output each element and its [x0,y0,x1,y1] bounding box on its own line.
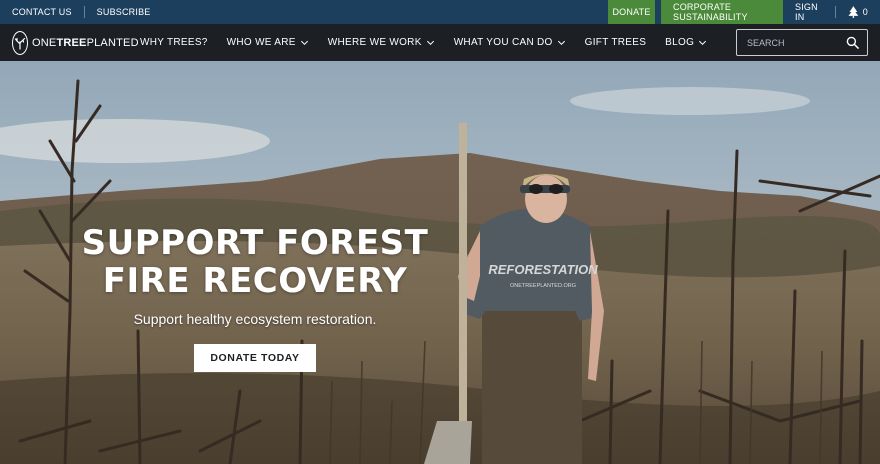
chevron-down-icon [699,40,707,46]
nav-item-label: WHY TREES? [140,37,208,48]
nav-item-label: WHO WE ARE [226,37,296,48]
utility-bar: CONTACT US SUBSCRIBE DONATE CORPORATE SU… [0,0,880,24]
hero-title: SUPPORT FOREST FIRE RECOVERY [70,224,440,300]
utility-links-right: DONATE CORPORATE SUSTAINABILITY SIGN IN … [608,0,880,24]
donate-today-button[interactable]: DONATE TODAY [194,344,316,372]
corporate-sustainability-button[interactable]: CORPORATE SUSTAINABILITY [661,0,783,24]
sign-in-link[interactable]: SIGN IN [783,0,835,24]
nav-item-label: GIFT TREES [584,37,647,48]
nav-item-label: WHAT YOU CAN DO [453,37,553,48]
tree-cart-icon [848,6,859,18]
tree-logo-icon [12,30,28,55]
nav-item-where-we-work[interactable]: WHERE WE WORK [328,37,435,48]
nav-item-who-we-are[interactable]: WHO WE ARE [227,37,309,48]
contact-us-link[interactable]: CONTACT US [0,0,84,24]
hero-content: SUPPORT FOREST FIRE RECOVERY Support hea… [70,224,440,372]
cart-count: 0 [862,7,868,17]
nav-menu: WHY TREES? WHO WE ARE WHERE WE WORK WHAT… [140,37,726,48]
nav-item-gift-trees[interactable]: GIFT TREES [585,37,647,48]
subscribe-link[interactable]: SUBSCRIBE [85,0,163,24]
utility-links-left: CONTACT US SUBSCRIBE [0,0,163,24]
search-icon[interactable] [846,36,859,49]
nav-item-label: WHERE WE WORK [327,37,422,48]
logo-wordmark: ONETREEPLANTED [32,37,139,49]
donate-button[interactable]: DONATE [608,0,655,24]
hero-title-line: SUPPORT FOREST [81,223,429,263]
nav-item-what-you-can-do[interactable]: WHAT YOU CAN DO [454,37,566,48]
logo-word-tree: TREE [56,36,87,49]
chevron-down-icon [557,40,565,46]
logo-word-planted: PLANTED [86,36,139,49]
logo-word-one: ONE [32,36,57,49]
hero-title-line: FIRE RECOVERY [102,261,408,301]
search-input[interactable] [747,37,841,48]
cart-button[interactable]: 0 [836,0,880,24]
hero-subtitle: Support healthy ecosystem restoration. [133,311,377,327]
hero-banner: REFORESTATION ONETREEPLANTED.ORG SUPPORT… [0,61,880,464]
chevron-down-icon [300,40,308,46]
nav-item-why-trees[interactable]: WHY TREES? [140,37,208,48]
main-navigation: ONETREEPLANTED WHY TREES? WHO WE ARE WHE… [0,24,880,61]
site-logo[interactable]: ONETREEPLANTED [12,30,139,55]
nav-item-label: BLOG [665,37,695,48]
nav-item-blog[interactable]: BLOG [665,37,707,48]
search-box [736,29,868,56]
chevron-down-icon [426,40,434,46]
